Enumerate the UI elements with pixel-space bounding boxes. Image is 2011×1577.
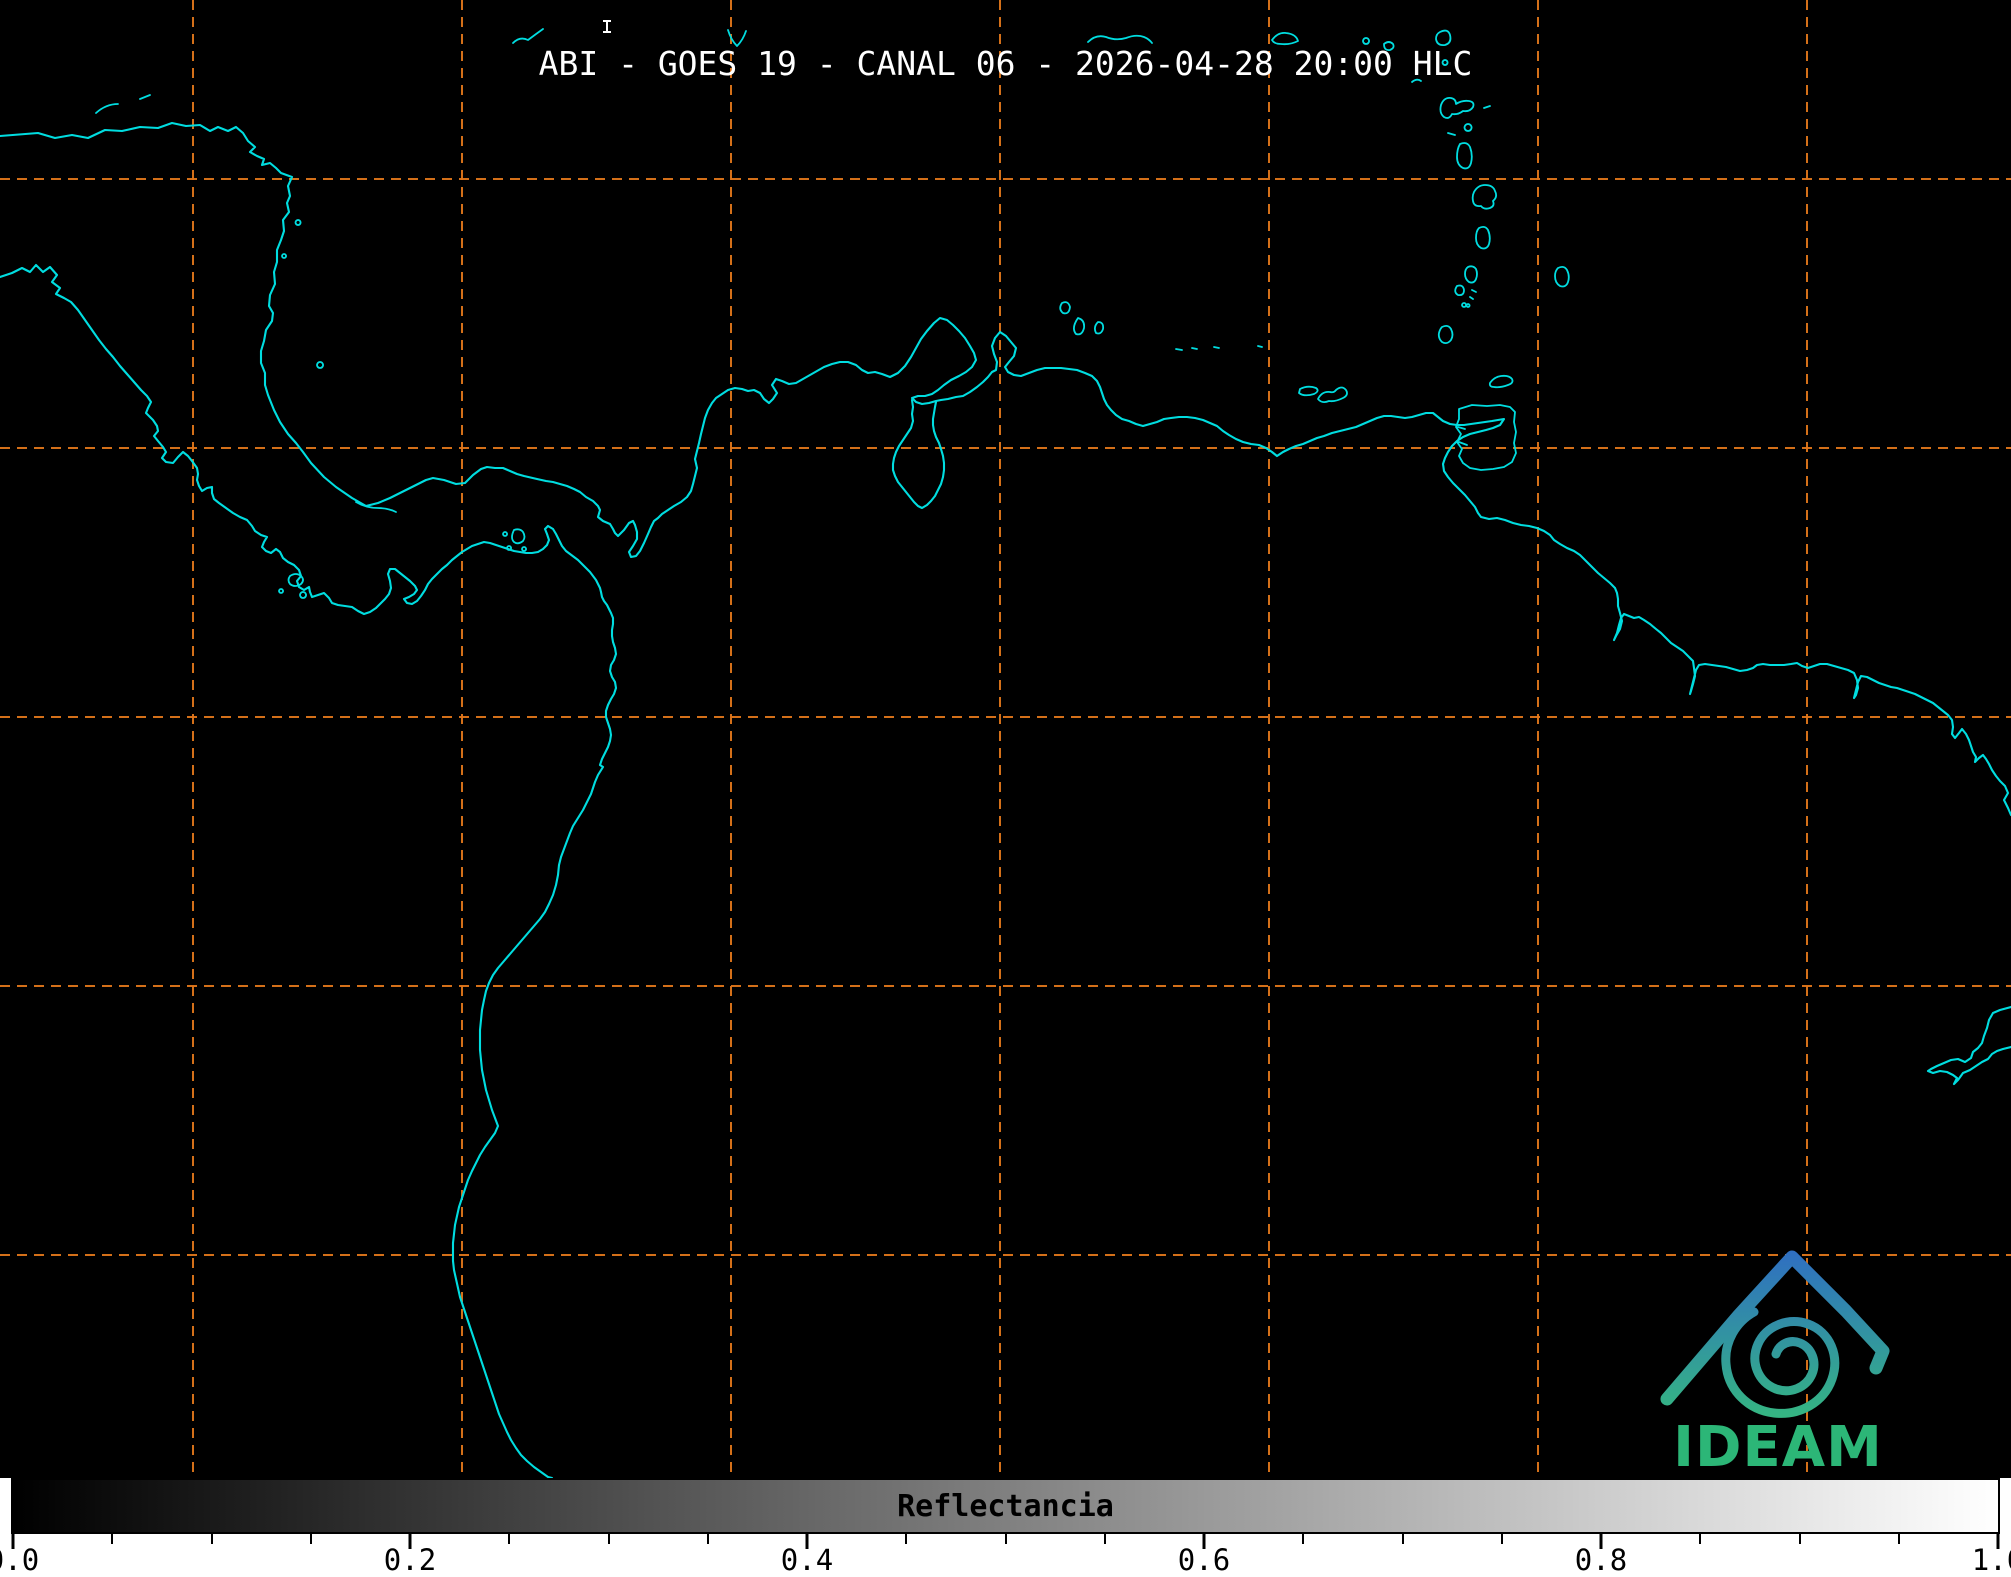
colorbar-minor-tick [210,1534,213,1544]
ideam-logo-text: IDEAM [1673,1415,1883,1478]
satellite-image-viewer: IDEAM ABI - GOES 19 - CANAL 06 - 2026-04… [0,0,2011,1577]
small-islands-outlines [95,28,1570,599]
colorbar-minor-tick [905,1534,908,1544]
coastline-layer [0,28,2011,1478]
colorbar-tick-label: 0.8 [1574,1543,1628,1577]
coastline-caribbean-mainland [0,121,2011,817]
lake-maracaibo-outline [891,398,946,510]
colorbar-minor-tick [1103,1534,1106,1544]
ideam-logo: IDEAM [1660,1250,1890,1478]
colorbar-minor-tick [706,1534,709,1544]
coastline-amazon-corner [1926,1005,2011,1086]
colorbar-minor-tick [1004,1534,1007,1544]
latlon-grid [0,0,2011,1478]
colorbar-tick-label: 0.2 [383,1543,437,1577]
colorbar-minor-tick [1401,1534,1404,1544]
map-canvas: IDEAM [0,0,2011,1478]
colorbar-minor-tick [309,1534,312,1544]
colorbar-label: Reflectancia [897,1489,1114,1524]
colorbar-minor-tick [1500,1534,1503,1544]
colorbar-minor-tick [1699,1534,1702,1544]
colorbar-tick-label: 1.0 [1971,1543,2011,1577]
trinidad-island-outline [1455,404,1517,471]
colorbar-tick-label: 0.6 [1177,1543,1231,1577]
colorbar-tick-label: 0.0 [0,1543,40,1577]
colorbar-minor-tick [607,1534,610,1544]
colorbar-tick-label: 0.4 [780,1543,834,1577]
image-title: ABI - GOES 19 - CANAL 06 - 2026-04-28 20… [538,44,1473,83]
colorbar-minor-tick [111,1534,114,1544]
colorbar-minor-tick [508,1534,511,1544]
colorbar-minor-tick [1897,1534,1900,1544]
colorbar-minor-tick [1798,1534,1801,1544]
station-marker-icon [603,20,611,33]
satellite-map: IDEAM ABI - GOES 19 - CANAL 06 - 2026-04… [0,0,2011,1478]
colorbar-axis: 0.0 0.2 0.4 0.6 0.8 1.0 [0,1534,2011,1577]
hurricane-spiral-icon [1721,1307,1840,1418]
colorbar-minor-tick [1302,1534,1305,1544]
coastline-pacific-mainland [0,263,618,1478]
